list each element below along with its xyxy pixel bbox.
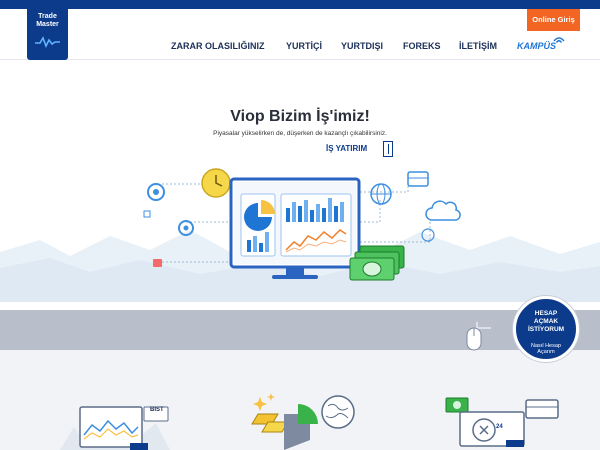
- hero-subtitle: Piyasalar yükselirken de, düşerken de ka…: [213, 130, 387, 137]
- hero-title: Viop Bizim İş'imiz!: [230, 108, 370, 125]
- online-login-button[interactable]: Online Giriş: [527, 9, 580, 31]
- logo-line-2: Master: [36, 21, 59, 28]
- nav-loss-probability[interactable]: ZARAR OLASILIĞINIZ: [171, 41, 265, 53]
- gray-band: [0, 310, 600, 350]
- logo-line-1: Trade: [38, 13, 57, 20]
- gold-globe-illustration: [251, 393, 355, 450]
- open-account-button[interactable]: HESAP AÇMAK İSTİYORUM Nasıl Hesap Açarım: [513, 296, 579, 362]
- pulse-icon: [35, 36, 60, 48]
- cta-line-2: AÇMAK: [533, 318, 559, 325]
- mouse-icon: [466, 322, 491, 351]
- forex-illustration: [445, 397, 559, 447]
- cta-line-3: İSTİYORUM: [527, 326, 565, 333]
- bist-label: BIST: [150, 407, 164, 413]
- nav-kampus[interactable]: KAMPÜS: [517, 41, 556, 53]
- is-yatirim-emblem: [383, 141, 393, 157]
- cta-line-1: HESAP: [534, 310, 558, 317]
- wifi-icon: [553, 37, 565, 43]
- is-yatirim-logo-text: İŞ YATIRIM: [326, 144, 368, 153]
- trade-master-logo[interactable]: Trade Master: [27, 9, 68, 60]
- nav-forex[interactable]: FOREKS: [403, 41, 441, 53]
- nav-international[interactable]: YURTDIŞI: [341, 41, 383, 53]
- cta-lines: HESAP AÇMAK İSTİYORUM: [516, 310, 576, 334]
- cta-sub-2: Açarım: [537, 349, 555, 355]
- hero-illustration: [143, 168, 461, 281]
- nav-contact[interactable]: İLETİŞİM: [459, 41, 497, 53]
- top-strip: [0, 0, 600, 9]
- fx-24-label: 24: [496, 424, 503, 430]
- bist-chart-illustration: [60, 406, 170, 450]
- nav-domestic[interactable]: YURTİÇİ: [286, 41, 322, 53]
- cta-sub: Nasıl Hesap Açarım: [516, 343, 576, 355]
